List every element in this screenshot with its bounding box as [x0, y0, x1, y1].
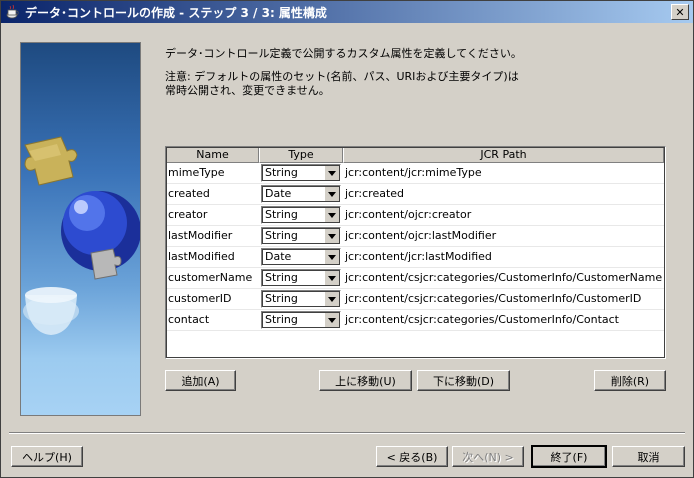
table-row[interactable]: mimeType String jcr:content/jcr:mimeType — [166, 163, 665, 184]
cell-type: String — [259, 226, 343, 246]
type-select[interactable]: String — [261, 290, 341, 308]
chevron-down-icon[interactable] — [324, 291, 340, 307]
column-header-jcr-path[interactable]: JCR Path — [343, 147, 664, 163]
next-button[interactable]: 次へ(N) > — [452, 446, 524, 467]
table-header: Name Type JCR Path — [166, 147, 665, 163]
delete-button[interactable]: 削除(R) — [594, 370, 666, 391]
cell-type: String — [259, 205, 343, 225]
type-select[interactable]: Date — [261, 248, 341, 266]
type-select[interactable]: String — [261, 164, 341, 182]
table-row[interactable]: contact String jcr:content/csjcr:categorie… — [166, 310, 665, 331]
chevron-down-icon[interactable] — [324, 228, 340, 244]
cell-jcr-path[interactable]: jcr:content/jcr:lastModified — [343, 247, 664, 267]
window-title: データ･コントロールの作成 - ステップ 3 / 3: 属性構成 — [25, 5, 327, 20]
table-row[interactable]: lastModifier String jcr:content/ojcr:lastM… — [166, 226, 665, 247]
type-select-value: String — [265, 166, 298, 179]
note-text: 注意: デフォルトの属性のセット(名前、パス、URIおよび主要タイプ)は 常時公… — [165, 70, 519, 97]
cell-jcr-path[interactable]: jcr:created — [343, 184, 664, 204]
cell-name[interactable]: creator — [166, 205, 259, 225]
cell-jcr-path[interactable]: jcr:content/jcr:mimeType — [343, 163, 664, 183]
table-row[interactable]: creator String jcr:content/ojcr:creator — [166, 205, 665, 226]
cell-type: String — [259, 310, 343, 330]
cell-jcr-path[interactable]: jcr:content/csjcr:categories/CustomerInf… — [343, 268, 664, 288]
type-select[interactable]: String — [261, 227, 341, 245]
table-row[interactable]: customerID String jcr:content/csjcr:catego… — [166, 289, 665, 310]
type-select-value: String — [265, 313, 298, 326]
wizard-dialog: データ･コントロールの作成 - ステップ 3 / 3: 属性構成 ✕ データ･コ… — [0, 0, 694, 478]
type-select[interactable]: String — [261, 311, 341, 329]
chevron-down-icon[interactable] — [324, 270, 340, 286]
cell-jcr-path[interactable]: jcr:content/csjcr:categories/CustomerInf… — [343, 289, 664, 309]
move-down-button[interactable]: 下に移動(D) — [417, 370, 510, 391]
type-select-value: String — [265, 229, 298, 242]
table-body: mimeType String jcr:content/jcr:mimeType cr… — [166, 163, 665, 331]
wizard-illustration — [20, 42, 141, 416]
cell-name[interactable]: contact — [166, 310, 259, 330]
cell-type: Date — [259, 247, 343, 267]
cell-type: String — [259, 289, 343, 309]
cell-name[interactable]: mimeType — [166, 163, 259, 183]
column-header-type[interactable]: Type — [259, 147, 343, 163]
chevron-down-icon[interactable] — [324, 312, 340, 328]
coffee-cup-icon — [5, 4, 21, 20]
table-row[interactable]: created Date jcr:created — [166, 184, 665, 205]
cell-name[interactable]: created — [166, 184, 259, 204]
chevron-down-icon[interactable] — [324, 207, 340, 223]
chevron-down-icon[interactable] — [324, 186, 340, 202]
close-icon[interactable]: ✕ — [671, 4, 689, 20]
back-button[interactable]: < 戻る(B) — [376, 446, 448, 467]
cell-type: String — [259, 163, 343, 183]
type-select-value: Date — [265, 250, 292, 263]
cell-name[interactable]: lastModified — [166, 247, 259, 267]
attributes-table: Name Type JCR Path mimeType String jcr:con… — [165, 146, 666, 359]
cell-name[interactable]: lastModifier — [166, 226, 259, 246]
chevron-down-icon[interactable] — [324, 249, 340, 265]
cell-type: String — [259, 268, 343, 288]
intro-text: データ･コントロール定義で公開するカスタム属性を定義してください。 — [165, 47, 522, 60]
finish-button[interactable]: 終了(F) — [531, 445, 607, 468]
cancel-button[interactable]: 取消 — [612, 446, 685, 467]
move-up-button[interactable]: 上に移動(U) — [319, 370, 412, 391]
add-button[interactable]: 追加(A) — [165, 370, 236, 391]
cell-jcr-path[interactable]: jcr:content/ojcr:lastModifier — [343, 226, 664, 246]
type-select[interactable]: String — [261, 206, 341, 224]
cell-name[interactable]: customerID — [166, 289, 259, 309]
column-header-name[interactable]: Name — [166, 147, 259, 163]
cell-type: Date — [259, 184, 343, 204]
type-select[interactable]: String — [261, 269, 341, 287]
type-select-value: Date — [265, 187, 292, 200]
title-bar[interactable]: データ･コントロールの作成 - ステップ 3 / 3: 属性構成 ✕ — [1, 1, 693, 23]
help-button[interactable]: ヘルプ(H) — [11, 446, 83, 467]
type-select-value: String — [265, 208, 298, 221]
type-select-value: String — [265, 292, 298, 305]
type-select[interactable]: Date — [261, 185, 341, 203]
cell-name[interactable]: customerName — [166, 268, 259, 288]
table-row[interactable]: customerName String jcr:content/csjcr:cate… — [166, 268, 665, 289]
cell-jcr-path[interactable]: jcr:content/ojcr:creator — [343, 205, 664, 225]
table-row[interactable]: lastModified Date jcr:content/jcr:lastModi… — [166, 247, 665, 268]
cell-jcr-path[interactable]: jcr:content/csjcr:categories/CustomerInf… — [343, 310, 664, 330]
footer-separator — [9, 432, 685, 434]
type-select-value: String — [265, 271, 298, 284]
chevron-down-icon[interactable] — [324, 165, 340, 181]
